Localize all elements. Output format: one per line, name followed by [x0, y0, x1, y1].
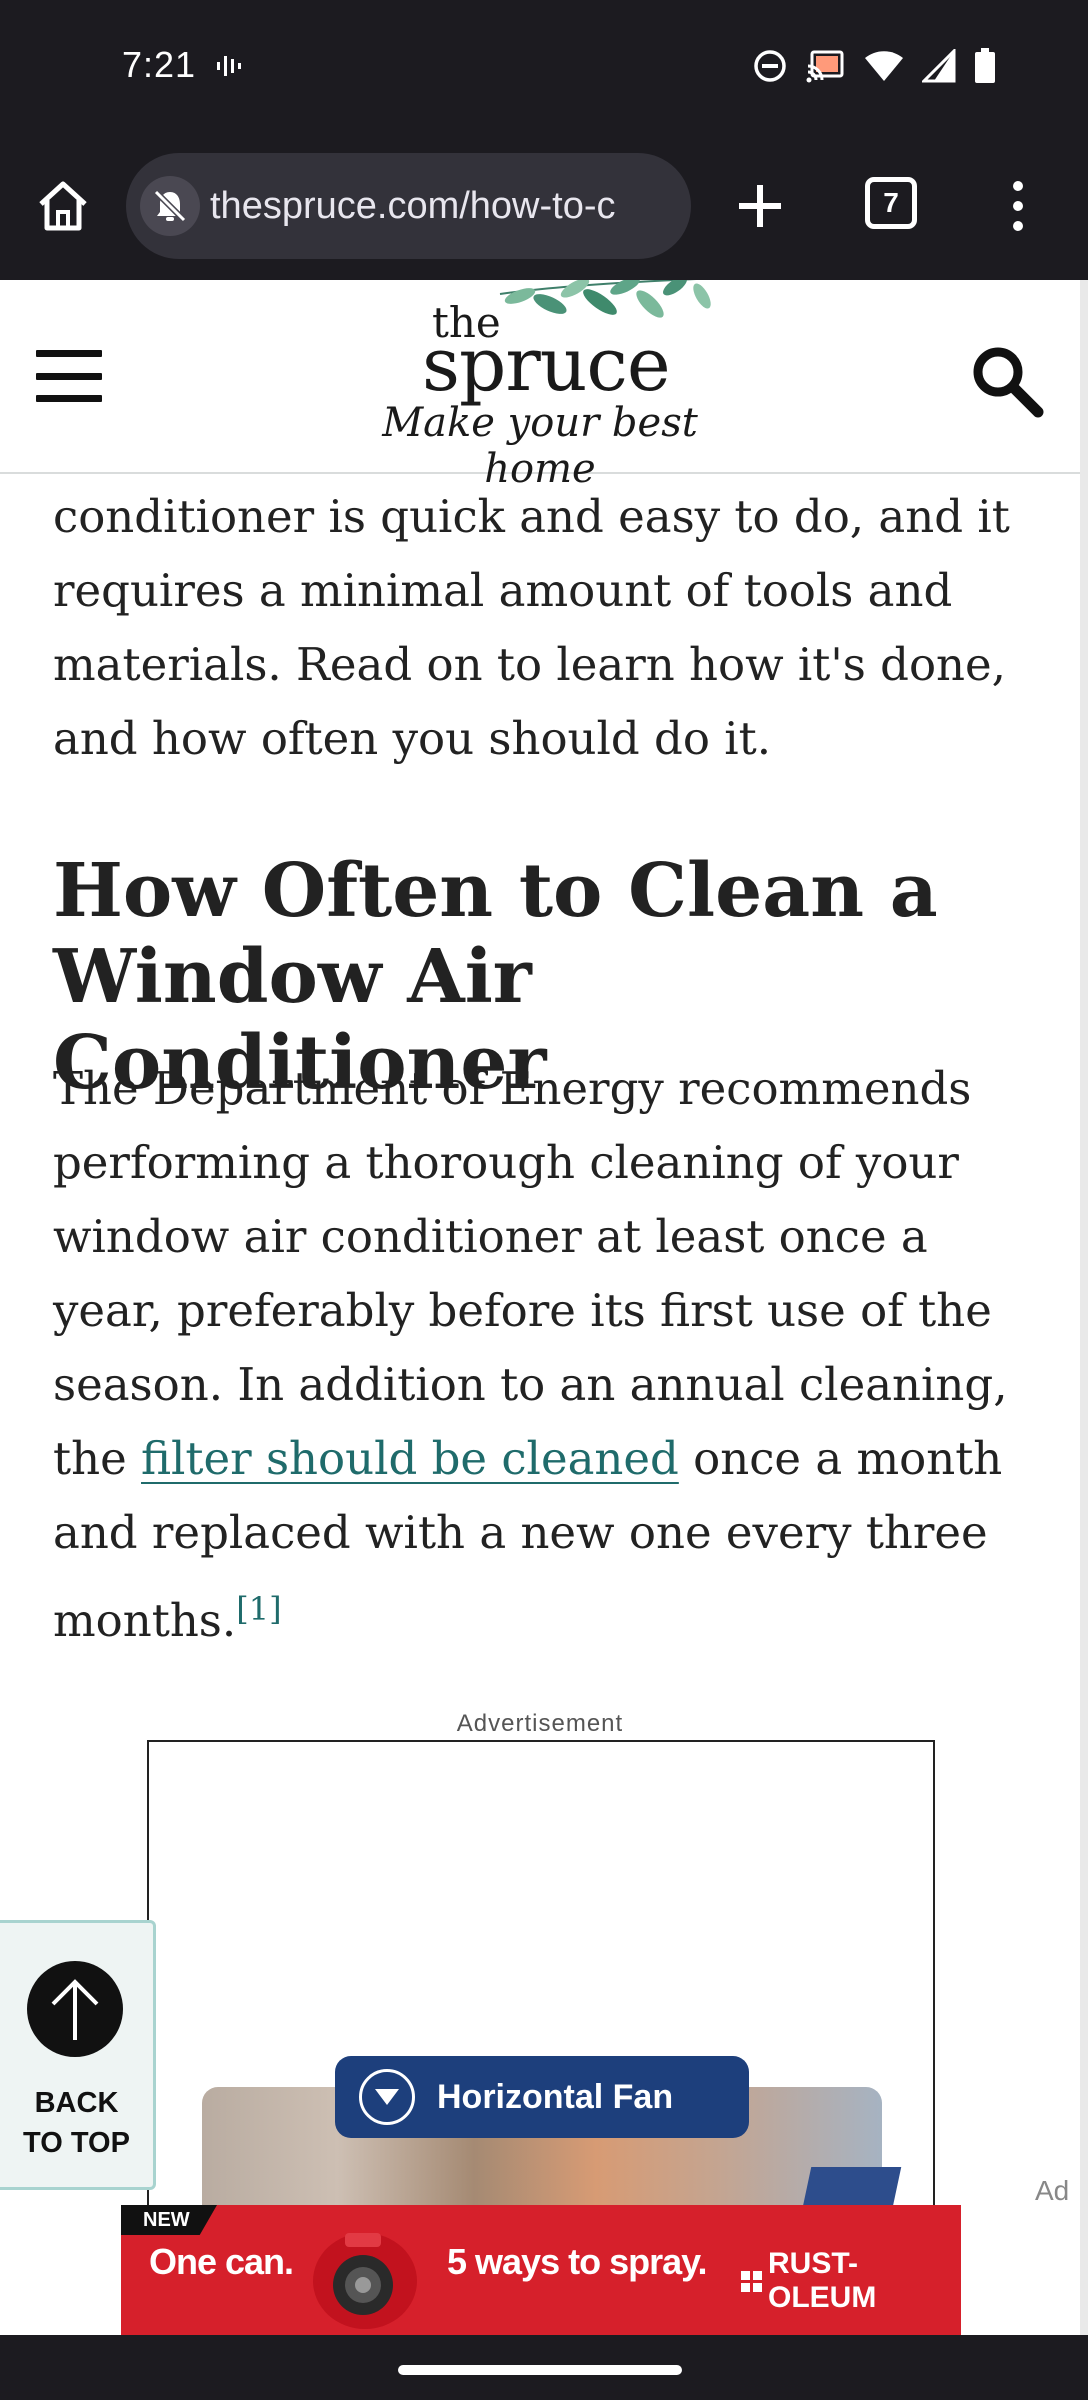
navigation-bar [0, 2335, 1088, 2400]
address-bar[interactable]: thespruce.com/how-to-c [126, 153, 691, 259]
back-to-top-button[interactable]: BACK TO TOP [0, 1920, 156, 2190]
scrollbar[interactable] [1080, 280, 1088, 2335]
ad-horizontal-fan-button[interactable]: Horizontal Fan [335, 2056, 749, 2138]
citation-link[interactable]: [1] [236, 1590, 281, 1628]
back-to-top-line1: BACK [34, 2087, 119, 2119]
notifications-off-icon [153, 189, 187, 223]
ad-brand-name: RUST-OLEUM [768, 2247, 877, 2314]
status-icons [752, 48, 996, 84]
tab-switcher-button[interactable]: 7 [865, 177, 917, 229]
spray-can-icon [313, 2233, 417, 2329]
menu-dot-icon [1013, 221, 1023, 231]
hamburger-line-icon [36, 350, 102, 357]
wifi-icon [865, 51, 903, 81]
intro-paragraph: conditioner is quick and easy to do, and… [53, 490, 1010, 765]
hamburger-menu-button[interactable] [36, 350, 102, 402]
logo-tagline: Make your best home [382, 400, 698, 492]
filter-cleaning-link[interactable]: filter should be cleaned [141, 1432, 679, 1485]
home-button[interactable] [30, 173, 96, 239]
ad-brand: RUST-OLEUM [741, 2247, 961, 2315]
menu-dot-icon [1013, 181, 1023, 191]
search-button[interactable] [966, 340, 1046, 420]
bottom-banner-ad[interactable]: NEW One can. 5 ways to spray. RUST-OLEUM [121, 2205, 961, 2335]
hamburger-line-icon [36, 372, 102, 380]
gesture-handle[interactable] [398, 2365, 682, 2375]
cast-icon [806, 50, 844, 83]
site-logo[interactable]: the spruce Make your best home [340, 280, 740, 492]
ad-new-badge: NEW [121, 2205, 217, 2235]
new-tab-button[interactable] [725, 171, 795, 241]
ad-left-text: One can. [149, 2241, 294, 2282]
plus-icon [739, 185, 781, 227]
web-page: the spruce Make your best home condition… [0, 280, 1080, 2335]
arrow-up-icon [27, 1961, 123, 2057]
browser-toolbar: thespruce.com/how-to-c 7 [0, 135, 1088, 280]
back-to-top-label: BACK TO TOP [0, 2083, 153, 2163]
hamburger-line-icon [36, 395, 102, 402]
home-icon [39, 181, 87, 231]
battery-icon [975, 48, 995, 83]
cell-signal-icon [922, 49, 956, 83]
status-bar: 7:21 [0, 0, 1088, 135]
browser-menu-button[interactable] [1000, 171, 1036, 241]
ad-corner-tag[interactable]: Ad [1035, 2175, 1069, 2207]
ad-pill-label: Horizontal Fan [437, 2077, 674, 2116]
site-settings-button[interactable] [140, 176, 200, 236]
ad-mid-text: 5 ways to spray. [447, 2241, 707, 2282]
citation: [1] [236, 1585, 281, 1629]
site-header: the spruce Make your best home [0, 280, 1080, 492]
chevron-down-icon [359, 2069, 415, 2125]
status-time: 7:21 [122, 44, 197, 85]
search-icon [973, 347, 1044, 418]
rust-oleum-logo-icon [741, 2270, 762, 2292]
url-text: thespruce.com/how-to-c [210, 185, 616, 227]
paragraph-text: The Department of Energy recommends perf… [53, 1062, 1008, 1485]
body-paragraph: The Department of Energy recommends perf… [53, 1052, 1043, 1658]
advertisement-label: Advertisement [456, 1710, 624, 1737]
voice-activity-icon [217, 56, 241, 76]
do-not-disturb-icon [754, 50, 786, 82]
logo-spruce-text: spruce [422, 322, 671, 408]
back-to-top-line2: TO TOP [23, 2127, 130, 2159]
menu-dot-icon [1013, 201, 1023, 211]
